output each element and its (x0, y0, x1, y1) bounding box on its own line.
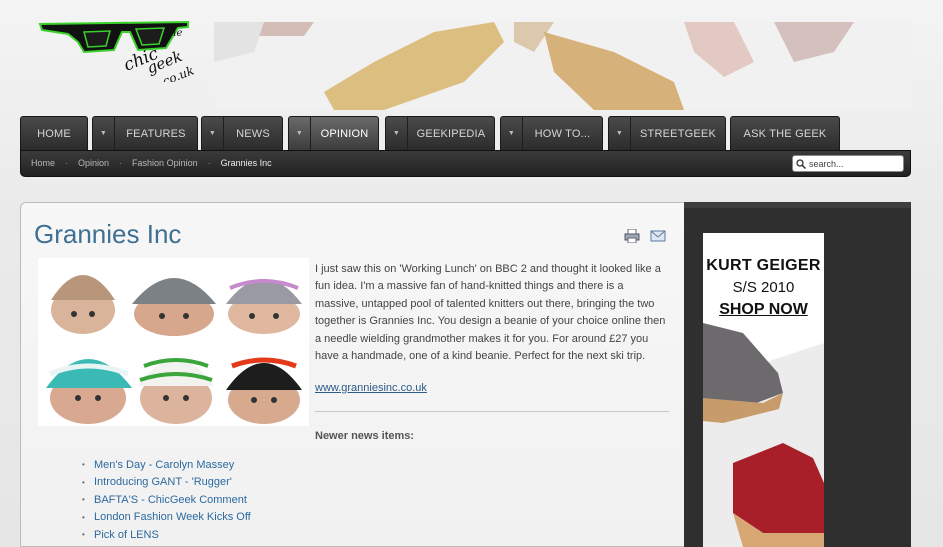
bullet-icon: • (82, 530, 85, 540)
dropdown-arrow-icon[interactable]: ▼ (289, 117, 311, 150)
news-link[interactable]: Men's Day - Carolyn Massey (94, 459, 234, 471)
tab-news[interactable]: ▼ NEWS (201, 116, 283, 150)
breadcrumb-bar: Home · Opinion · Fashion Opinion · Grannies In… (20, 150, 911, 177)
breadcrumb-item[interactable]: Opinion (78, 158, 109, 168)
article-title: Grannies Inc (34, 219, 182, 249)
ad-shop-now[interactable]: SHOP NOW (703, 301, 824, 319)
bullet-icon: • (82, 477, 85, 487)
kurt-geiger-ad[interactable]: KURT GEIGER S/S 2010 SHOP NOW (703, 233, 824, 547)
svg-text:the: the (166, 28, 182, 39)
tab-opinion[interactable]: ▼ OPINION (288, 116, 379, 150)
news-link[interactable]: Introducing GANT - 'Rugger' (94, 476, 232, 488)
dropdown-arrow-icon[interactable]: ▼ (501, 117, 523, 150)
news-list-item[interactable]: • Introducing GANT - 'Rugger' (82, 474, 251, 492)
news-list-item[interactable]: • Pick of LENS (82, 526, 251, 544)
email-icon[interactable] (650, 229, 666, 243)
tab-ask-the-geek[interactable]: ASK THE GEEK (730, 116, 840, 150)
breadcrumb-separator: · (119, 158, 123, 168)
tab-label: HOW TO... (534, 127, 591, 140)
breadcrumb-item[interactable]: Fashion Opinion (132, 158, 198, 168)
search-box[interactable]: search... (792, 155, 904, 172)
bullet-icon: • (82, 460, 85, 470)
bullet-icon: • (82, 495, 85, 505)
news-list-item[interactable]: • London Fashion Week Kicks Off (82, 509, 251, 527)
news-link[interactable]: London Fashion Week Kicks Off (94, 511, 251, 523)
tab-geekipedia[interactable]: ▼ GEEKIPEDIA (385, 116, 495, 150)
news-link[interactable]: Pick of LENS (94, 529, 159, 541)
print-icon[interactable] (624, 228, 640, 244)
tab-label: NEWS (236, 127, 270, 140)
tab-home[interactable]: HOME (20, 116, 88, 150)
dropdown-arrow-icon[interactable]: ▼ (386, 117, 408, 150)
dropdown-arrow-icon[interactable]: ▼ (202, 117, 224, 150)
ad-brand: KURT GEIGER (706, 257, 821, 274)
article-body: I just saw this on 'Working Lunch' on BB… (315, 263, 666, 363)
breadcrumb-separator: · (207, 158, 211, 168)
tab-features[interactable]: ▼ FEATURES (92, 116, 198, 150)
site-logo[interactable]: the chic geek co.uk (38, 18, 210, 88)
breadcrumb: Home · Opinion · Fashion Opinion · Grannies In… (31, 158, 272, 168)
tab-streetgeek[interactable]: ▼ STREETGEEK (608, 116, 726, 150)
granniesinc-link[interactable]: www.granniesinc.co.uk (315, 382, 427, 394)
tab-label: FEATURES (126, 127, 186, 140)
tab-label: ASK THE GEEK (743, 127, 827, 140)
breadcrumb-item[interactable]: Home (31, 158, 55, 168)
dropdown-arrow-icon[interactable]: ▼ (93, 117, 115, 150)
tab-label: HOME (37, 127, 71, 140)
tab-how-to[interactable]: ▼ HOW TO... (500, 116, 603, 150)
header-banner-image (214, 22, 911, 110)
bullet-icon: • (82, 512, 85, 522)
search-input[interactable]: search... (809, 159, 844, 169)
article-photo-beanies (38, 258, 309, 426)
news-link[interactable]: BAFTA'S - ChicGeek Comment (94, 494, 247, 506)
tab-label: OPINION (320, 127, 369, 140)
tab-label: STREETGEEK (640, 127, 716, 140)
tab-label: GEEKIPEDIA (416, 127, 486, 140)
newer-news-list: • Men's Day - Carolyn Massey • Introducing … (82, 456, 251, 544)
main-navigation: HOME ▼ FEATURES ▼ NEWS ▼ OPINION ▼ GEEKIPEDIA ▼ HO… (20, 116, 910, 150)
news-list-item[interactable]: • Men's Day - Carolyn Massey (82, 456, 251, 474)
ad-season: S/S 2010 (732, 279, 795, 296)
news-list-item[interactable]: • BAFTA'S - ChicGeek Comment (82, 491, 251, 509)
newer-news-heading: Newer news items: (315, 430, 415, 442)
dropdown-arrow-icon[interactable]: ▼ (609, 117, 631, 150)
search-icon (793, 158, 809, 169)
breadcrumb-separator: · (65, 158, 69, 168)
breadcrumb-item: Grannies Inc (220, 158, 272, 168)
divider (315, 411, 669, 412)
